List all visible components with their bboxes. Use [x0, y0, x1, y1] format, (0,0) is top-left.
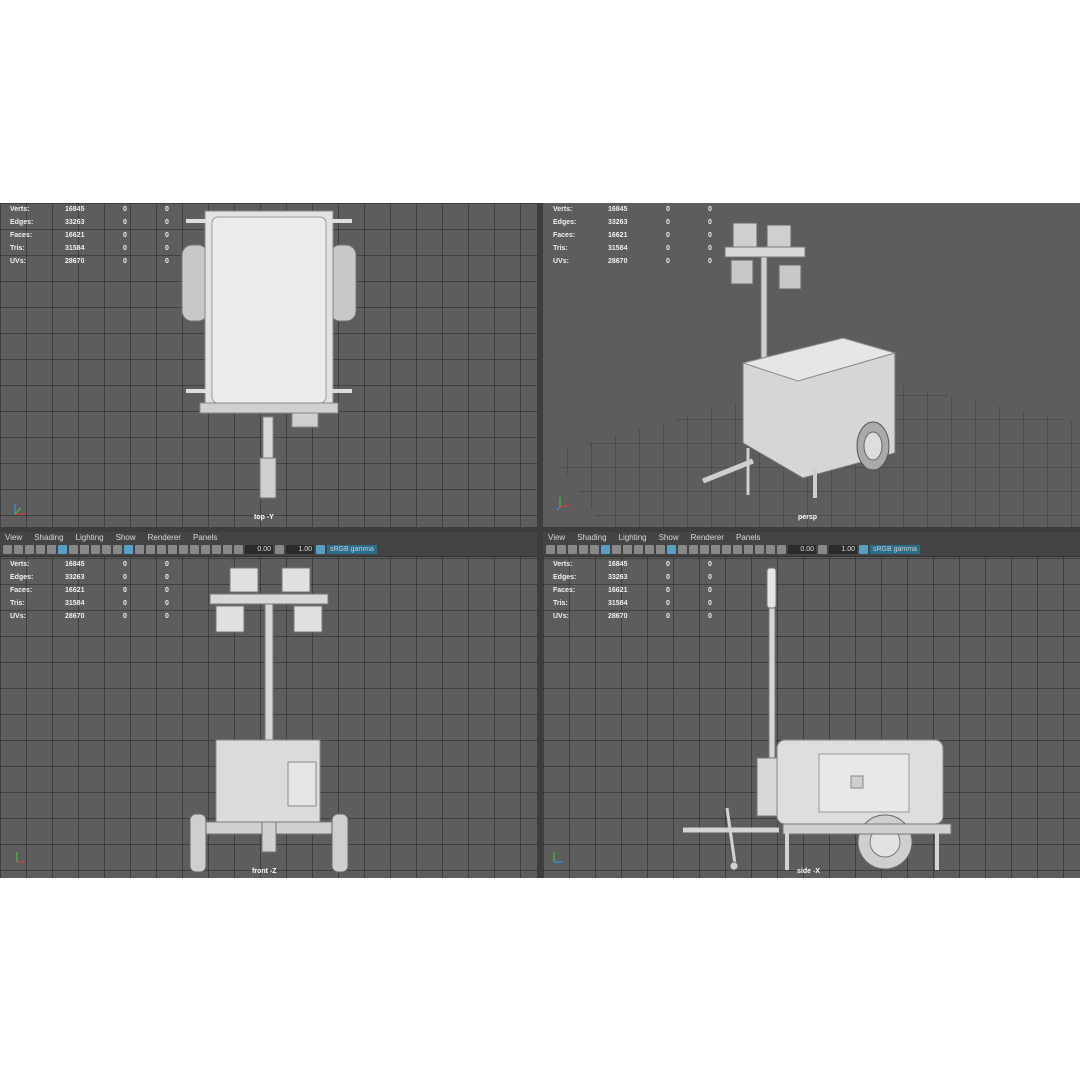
- camera-label-top: top -Y: [254, 514, 274, 521]
- axis-gizmo-icon: [14, 504, 25, 515]
- camera-label-side: side -X: [797, 868, 820, 875]
- trailer-top-model[interactable]: [0, 203, 537, 527]
- axis-gizmo-icon: [16, 852, 26, 863]
- camera-label-persp: persp: [798, 514, 818, 521]
- viewport-frame: Verts: 16845 0 0 Edges: 33263 0 0 Faces: 16621 0…: [0, 203, 1080, 878]
- viewport-top[interactable]: Verts: 16845 0 0 Edges: 33263 0 0 Faces: 16621 0…: [0, 203, 537, 527]
- trailer-front-model[interactable]: [0, 532, 537, 878]
- viewport-front[interactable]: View Shading Lighting Show Renderer Pane…: [0, 532, 537, 878]
- trailer-side-model[interactable]: [543, 532, 1080, 878]
- viewport-persp[interactable]: Verts: 16845 0 0 Edges: 33263 0 0 Faces: 16621 0…: [543, 203, 1080, 527]
- poly-stats: Verts: 16845 0 0 Edges: 33263 0 0 Faces: 16621 0…: [553, 206, 712, 265]
- camera-label-front: front -Z: [252, 868, 277, 875]
- axis-gizmo-icon: [556, 497, 570, 511]
- viewport-side[interactable]: View Shading Lighting Show Renderer Pane…: [543, 532, 1080, 878]
- axis-gizmo-icon: [553, 852, 563, 863]
